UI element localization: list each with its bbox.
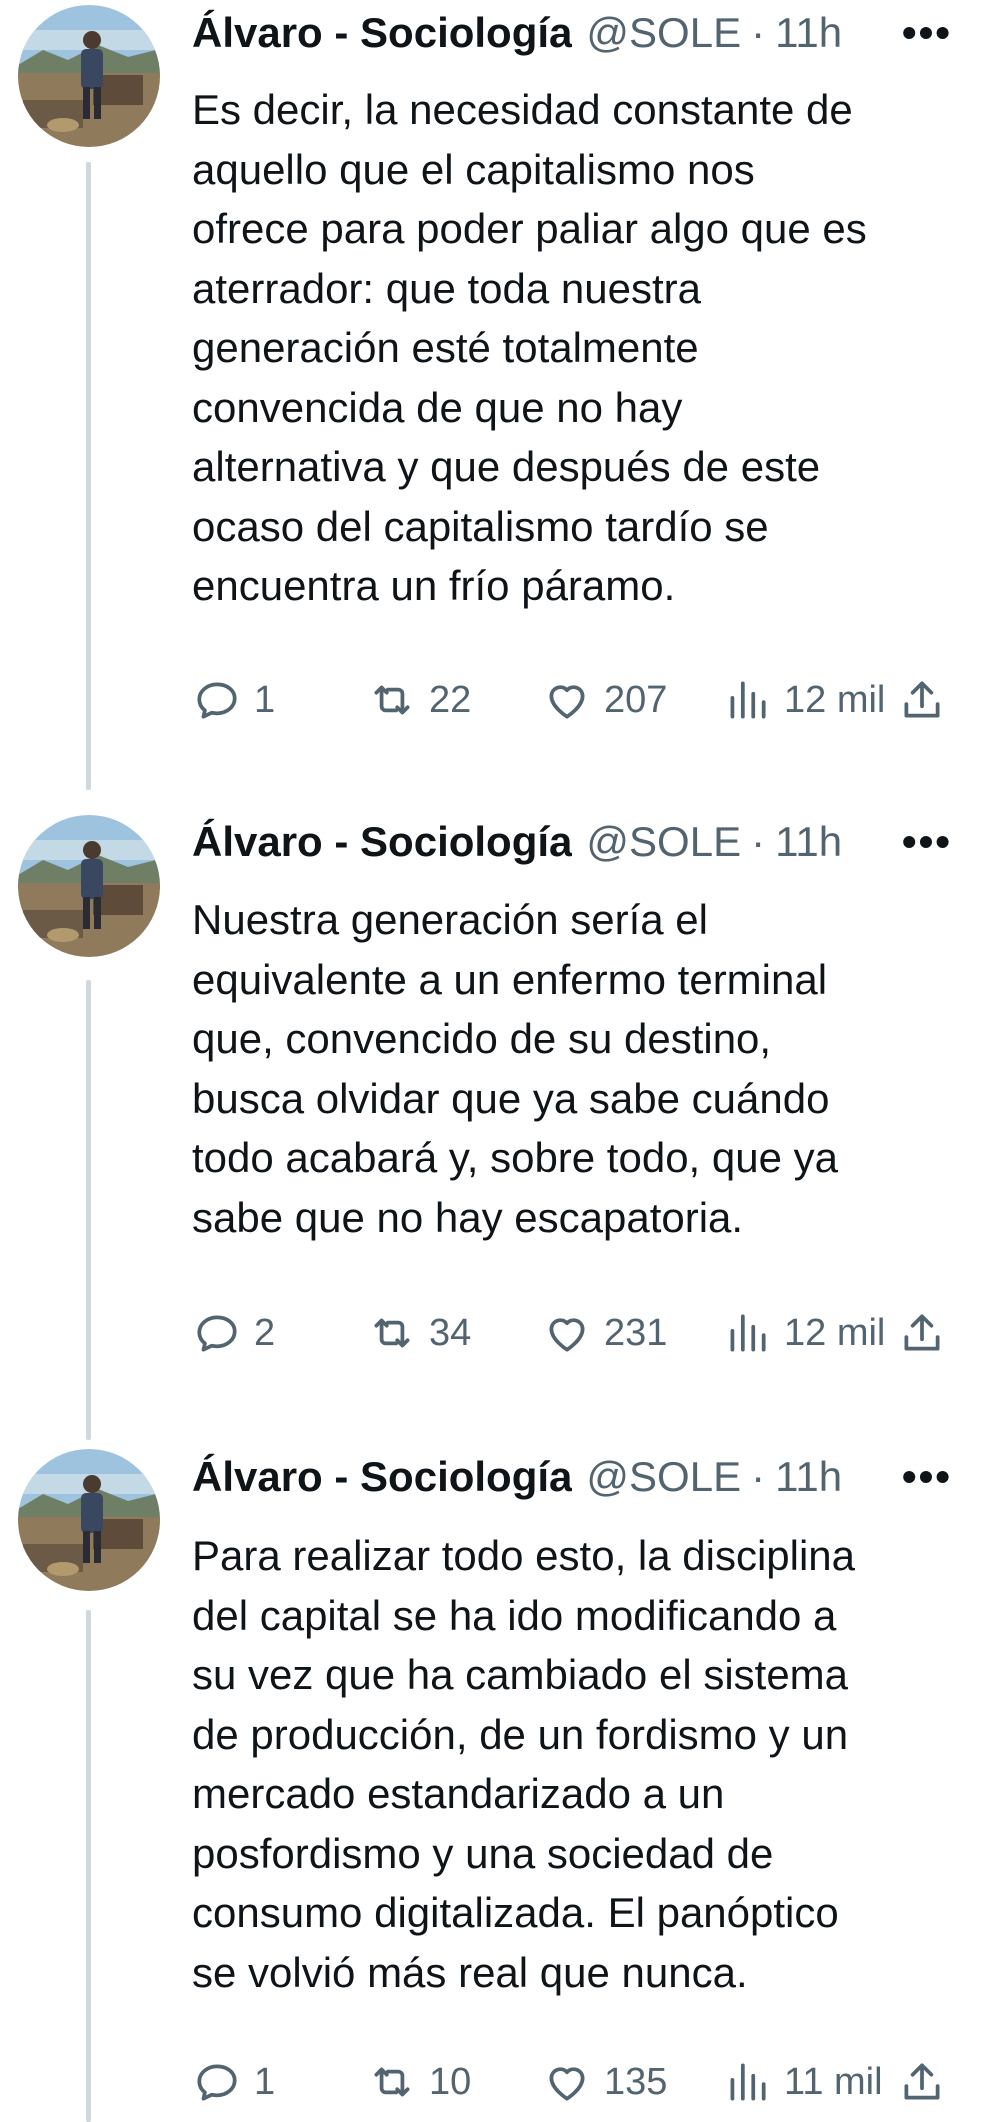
author-handle[interactable]: @SOLE	[586, 1447, 741, 1507]
like-count: 207	[604, 678, 668, 721]
reply-button[interactable]: 1	[192, 2052, 275, 2112]
author-name[interactable]: Álvaro - Sociología	[192, 3, 572, 63]
author-handle[interactable]: @SOLE	[586, 812, 741, 872]
dot-separator: ·	[751, 1453, 766, 1500]
tweet-actions: 1 10 135 11 mil	[192, 2052, 952, 2112]
avatar[interactable]	[18, 1449, 160, 1591]
tweet-text: Para realizar todo esto, la disciplina d…	[192, 1532, 856, 1996]
author-name[interactable]: Álvaro - Sociología	[192, 812, 572, 872]
tweet-header: Álvaro - Sociología @SOLE · 11h •••	[192, 1447, 958, 1507]
thread-line	[86, 980, 91, 1440]
views-icon	[730, 681, 766, 719]
retweet-button[interactable]: 34	[367, 1303, 471, 1363]
tweet-actions: 2 34 231 12 mil	[192, 1303, 952, 1363]
reply-button[interactable]: 2	[192, 1303, 275, 1363]
share-icon	[904, 681, 940, 718]
heart-icon	[549, 685, 585, 719]
reply-count: 1	[254, 678, 276, 721]
author-name[interactable]: Álvaro - Sociología	[192, 1447, 572, 1507]
retweet-count: 22	[429, 678, 472, 721]
views-count: 12 mil	[784, 1311, 886, 1354]
tweet-3[interactable]: Álvaro - Sociología @SOLE · 11h ••• Para…	[0, 1440, 988, 2122]
views-icon	[730, 1314, 766, 1352]
heart-icon	[549, 1318, 585, 1352]
heart-icon	[549, 2067, 585, 2101]
reply-count: 1	[254, 2060, 276, 2103]
avatar-photo	[18, 815, 160, 957]
timestamp[interactable]: 11h	[775, 3, 842, 63]
more-options-icon[interactable]: •••	[902, 3, 958, 63]
share-icon	[904, 1314, 940, 1351]
share-button[interactable]	[897, 1303, 947, 1363]
tweet-header: Álvaro - Sociología @SOLE · 11h •••	[192, 812, 958, 872]
tweet-header: Álvaro - Sociología @SOLE · 11h •••	[192, 3, 958, 63]
more-options-icon[interactable]: •••	[902, 812, 958, 872]
retweet-button[interactable]: 10	[367, 2052, 471, 2112]
like-count: 231	[604, 1311, 668, 1354]
tweet-2[interactable]: Álvaro - Sociología @SOLE · 11h ••• Nues…	[0, 810, 988, 1450]
avatar-photo	[18, 5, 160, 147]
tweet-1[interactable]: Álvaro - Sociología @SOLE · 11h ••• Es d…	[0, 0, 988, 790]
share-button[interactable]	[897, 2052, 947, 2112]
retweet-count: 34	[429, 1311, 472, 1354]
timestamp[interactable]: 11h	[775, 812, 842, 872]
like-button[interactable]: 231	[542, 1303, 667, 1363]
views-button[interactable]: 12 mil	[722, 1303, 885, 1363]
retweet-icon	[374, 2067, 410, 2097]
dot-separator: ·	[751, 818, 766, 865]
views-button[interactable]: 11 mil	[722, 2052, 883, 2112]
retweet-icon	[374, 1318, 410, 1348]
thread-line	[86, 1610, 91, 2122]
avatar[interactable]	[18, 815, 160, 957]
views-count: 12 mil	[784, 678, 886, 721]
views-icon	[730, 2063, 766, 2101]
more-options-icon[interactable]: •••	[902, 1447, 958, 1507]
reply-icon	[197, 1315, 237, 1352]
tweet-text: Es decir, la necesidad constante de aque…	[192, 86, 867, 609]
views-button[interactable]: 12 mil	[722, 670, 885, 730]
like-count: 135	[604, 2060, 668, 2103]
like-button[interactable]: 207	[542, 670, 667, 730]
avatar-photo	[18, 1449, 160, 1591]
reply-button[interactable]: 1	[192, 670, 275, 730]
tweet-text: Nuestra generación sería el equivalente …	[192, 896, 838, 1241]
retweet-icon	[374, 685, 410, 715]
share-button[interactable]	[897, 670, 947, 730]
retweet-button[interactable]: 22	[367, 670, 471, 730]
reply-icon	[197, 2064, 237, 2101]
reply-count: 2	[254, 1311, 276, 1354]
retweet-count: 10	[429, 2060, 472, 2103]
dot-separator: ·	[751, 9, 766, 56]
author-handle[interactable]: @SOLE	[586, 3, 741, 63]
like-button[interactable]: 135	[542, 2052, 667, 2112]
tweet-actions: 1 22 207 12 mil	[192, 670, 952, 730]
reply-icon	[197, 682, 237, 719]
timestamp[interactable]: 11h	[775, 1447, 842, 1507]
thread-line	[86, 162, 91, 790]
views-count: 11 mil	[784, 2060, 883, 2103]
avatar[interactable]	[18, 5, 160, 147]
share-icon	[904, 2063, 940, 2100]
